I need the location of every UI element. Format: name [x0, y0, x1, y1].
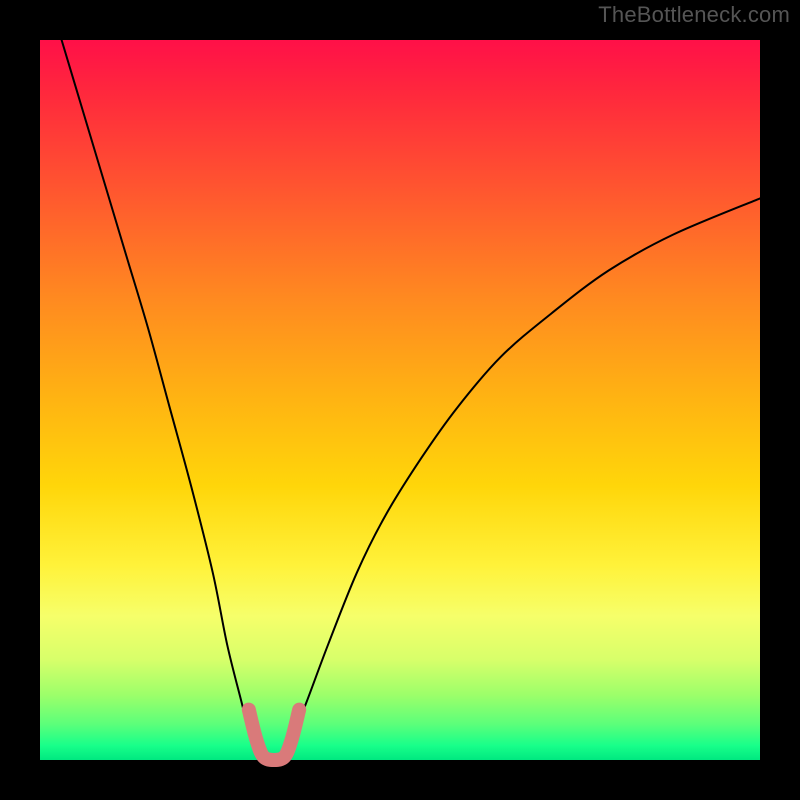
chart-svg — [40, 40, 760, 760]
watermark-text: TheBottleneck.com — [598, 2, 790, 28]
optimal-range-highlight — [249, 710, 299, 760]
chart-frame: TheBottleneck.com — [0, 0, 800, 800]
plot-area — [40, 40, 760, 760]
bottleneck-curve — [62, 40, 760, 761]
